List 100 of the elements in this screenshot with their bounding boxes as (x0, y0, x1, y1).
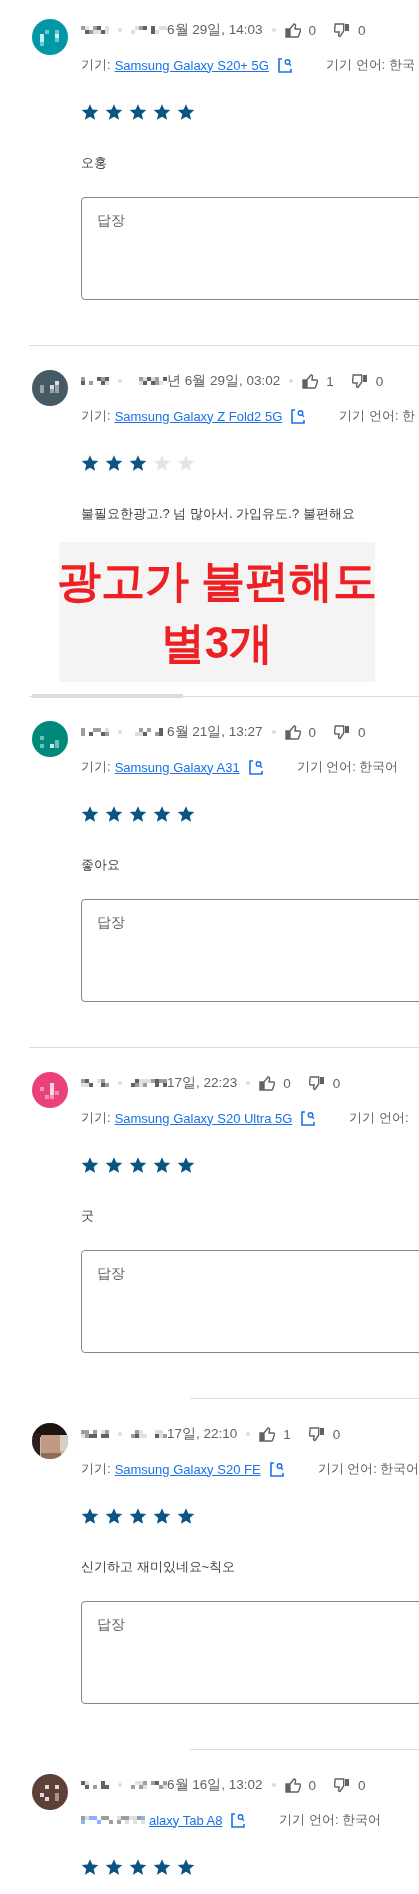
like-count: 0 (283, 1075, 291, 1091)
reply-field[interactable]: 답장 (81, 1601, 419, 1704)
reply-field[interactable]: 답장 (81, 899, 419, 1002)
device-label: 기기: (81, 56, 111, 74)
star-icon (153, 1156, 171, 1174)
thumbs-down-icon[interactable] (351, 373, 368, 389)
redacted-name-drawing (131, 26, 167, 34)
device-link[interactable]: Samsung Galaxy Z Fold2 5G (114, 408, 283, 424)
star-icon (81, 454, 99, 472)
review-text: 불필요한광고.? 넘 많아서. 가입유도.? 불편해요 (81, 505, 356, 523)
annotation-text: 별3개 (160, 617, 274, 669)
dislike-count: 0 (332, 1075, 341, 1091)
scan-search-icon[interactable] (231, 1812, 246, 1828)
star-icon (177, 805, 195, 823)
thumbs-down-icon[interactable] (334, 1777, 351, 1793)
thumbs-down-icon[interactable] (308, 1075, 325, 1091)
device-language: 기기 언어: 한 (339, 407, 416, 425)
star-icon (153, 103, 171, 121)
star-icon (153, 805, 171, 823)
scrollbar-thumb[interactable] (32, 694, 183, 698)
star-icon (153, 454, 171, 472)
review-text: 좋아요 (81, 856, 121, 874)
star-icon (177, 454, 195, 472)
star-icon (105, 1156, 123, 1174)
like-count: 0 (308, 1777, 317, 1793)
star-icon (129, 805, 147, 823)
review-text: 굿 (81, 1207, 95, 1225)
thumbs-down-icon[interactable] (308, 1426, 325, 1442)
scan-search-icon[interactable] (248, 759, 263, 775)
like-count: 0 (308, 724, 317, 740)
redacted-name-drawing (81, 377, 109, 385)
annotation-text: 광고가 불편해도 (56, 555, 378, 607)
scan-search-icon[interactable] (291, 408, 306, 424)
review-date: 년 6월 29일, 03:02 (167, 372, 281, 390)
thumbs-up-icon[interactable] (284, 1777, 301, 1793)
redacted-name-drawing (81, 728, 109, 736)
star-icon (153, 1858, 171, 1876)
star-icon (129, 1507, 147, 1525)
star-icon (105, 1507, 123, 1525)
review-date: 17일, 22:10 (167, 1425, 238, 1443)
reply-field[interactable]: 답장 (81, 1250, 419, 1353)
device-label: 기기: (81, 407, 111, 425)
review-text: 오홍 (81, 154, 108, 172)
thumbs-down-icon[interactable] (334, 724, 351, 740)
device-link[interactable]: alaxy Tab A8 (149, 1812, 223, 1828)
redacted-name-drawing (131, 1079, 167, 1087)
device-label: 기기: (81, 1460, 111, 1478)
device-label: 기기: (81, 758, 111, 776)
star-icon (105, 805, 123, 823)
dislike-count: 0 (358, 1777, 366, 1793)
like-count: 1 (283, 1426, 291, 1442)
star-icon (81, 1156, 99, 1174)
star-icon (105, 454, 123, 472)
scan-search-icon[interactable] (301, 1110, 316, 1126)
thumbs-up-icon[interactable] (302, 373, 319, 389)
thumbs-up-icon[interactable] (284, 724, 301, 740)
scan-search-icon[interactable] (277, 57, 292, 73)
dislike-count: 0 (358, 724, 366, 740)
device-link[interactable]: Samsung Galaxy S20 Ultra 5G (114, 1110, 293, 1126)
star-icon (153, 1507, 171, 1525)
star-icon (81, 103, 99, 121)
star-icon (105, 1858, 123, 1876)
redacted-name-drawing (131, 1781, 167, 1789)
review-date: 6월 29일, 14:03 (167, 21, 263, 39)
star-icon (81, 1507, 99, 1525)
star-icon (177, 1156, 195, 1174)
redacted-name-drawing (81, 1079, 109, 1087)
redacted-name-drawing (81, 1781, 109, 1789)
star-icon (177, 1858, 195, 1876)
reply-field[interactable]: 답장 (81, 197, 419, 300)
star-icon (81, 1858, 99, 1876)
dislike-count: 0 (332, 1426, 341, 1442)
redacted-name-drawing (81, 1816, 145, 1824)
star-icon (129, 1156, 147, 1174)
device-language: 기기 언어: 한국어 (296, 758, 399, 776)
device-link[interactable]: Samsung Galaxy S20 FE (114, 1461, 261, 1477)
star-icon (129, 454, 147, 472)
review-date: 6월 16일, 13:02 (167, 1776, 263, 1794)
device-label: 기기: (81, 1109, 111, 1127)
thumbs-up-icon[interactable] (259, 1075, 276, 1091)
thumbs-up-icon[interactable] (284, 22, 301, 38)
thumbs-up-icon[interactable] (259, 1426, 276, 1442)
redacted-name-drawing (81, 1430, 109, 1438)
device-language: 기기 언어: 한국 (325, 56, 415, 74)
star-icon (129, 1858, 147, 1876)
thumbs-down-icon[interactable] (334, 22, 351, 38)
device-link[interactable]: Samsung Galaxy S20+ 5G (114, 57, 269, 73)
like-count: 0 (308, 22, 317, 38)
review-text: 신기하고 재미있네요~칙오 (81, 1558, 237, 1576)
device-link[interactable]: Samsung Galaxy A31 (114, 759, 240, 775)
review-date: 17일, 22:23 (167, 1074, 238, 1092)
device-language: 기기 언어: 한국어 (279, 1811, 382, 1829)
star-icon (129, 103, 147, 121)
star-icon (177, 1507, 195, 1525)
device-language: 기기 언어: (349, 1109, 409, 1127)
review-date: 6월 21일, 13:27 (167, 723, 263, 741)
scan-search-icon[interactable] (269, 1461, 284, 1477)
like-count: 1 (326, 373, 334, 389)
star-icon (81, 805, 99, 823)
redacted-name-drawing (81, 26, 109, 34)
